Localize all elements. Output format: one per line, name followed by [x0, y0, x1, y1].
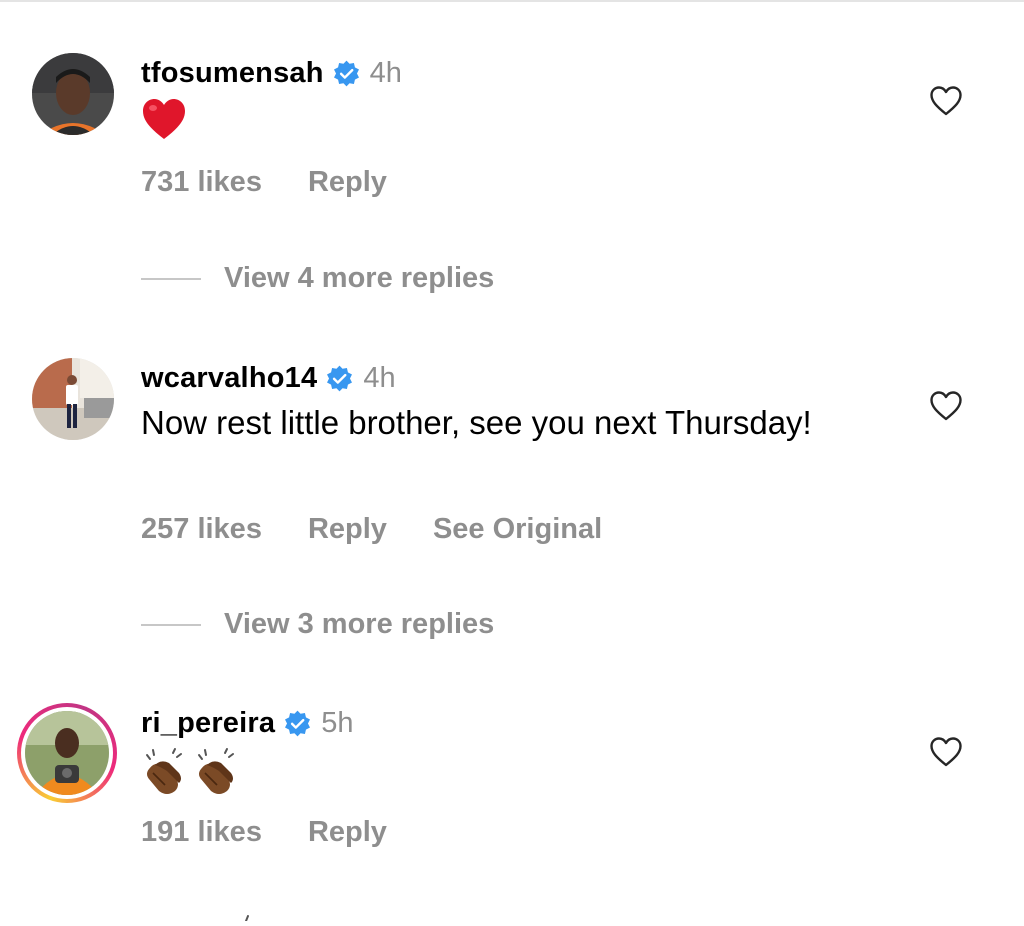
avatar[interactable] [25, 711, 109, 795]
view-replies-label: View 3 more replies [224, 608, 495, 640]
comment-body [141, 97, 187, 145]
comment-header: tfosumensah 4h [141, 55, 402, 91]
comment-actions: 257 likes Reply See Original [141, 513, 602, 546]
likes-count[interactable]: 191 likes [141, 816, 262, 849]
reply-button[interactable]: Reply [308, 166, 387, 199]
top-divider [0, 0, 1024, 2]
likes-count[interactable]: 257 likes [141, 513, 262, 546]
heart-outline-icon[interactable] [929, 390, 963, 422]
comment-actions: 731 likes Reply [141, 166, 387, 199]
comment-body [141, 747, 239, 795]
view-more-replies-button[interactable]: View 3 more replies [141, 608, 494, 641]
see-original-button[interactable]: See Original [433, 513, 602, 546]
story-ring[interactable] [17, 703, 117, 803]
heart-emoji [141, 97, 187, 145]
timestamp: 4h [369, 56, 402, 89]
likes-count[interactable]: 731 likes [141, 166, 262, 199]
partial-next-comment [236, 908, 258, 922]
view-replies-label: View 4 more replies [224, 262, 495, 294]
verified-badge-icon [284, 710, 311, 737]
timestamp: 5h [321, 706, 354, 739]
comment-header: wcarvalho14 4h [141, 360, 396, 396]
reply-button[interactable]: Reply [308, 513, 387, 546]
verified-badge-icon [326, 365, 353, 392]
clapping-hands-emoji [193, 747, 239, 795]
comment-header: ri_pereira 5h [141, 705, 353, 741]
comment-text: Now rest little brother, see you next Th… [141, 404, 812, 441]
heart-outline-icon[interactable] [929, 85, 963, 117]
heart-outline-icon[interactable] [929, 736, 963, 768]
view-more-replies-button[interactable]: View 4 more replies [141, 262, 494, 295]
replies-divider-line [141, 277, 201, 280]
reply-button[interactable]: Reply [308, 816, 387, 849]
username[interactable]: wcarvalho14 [141, 362, 317, 395]
comment-actions: 191 likes Reply [141, 816, 387, 849]
avatar[interactable] [32, 53, 114, 135]
timestamp: 4h [363, 361, 396, 394]
verified-badge-icon [333, 60, 360, 87]
avatar[interactable] [32, 358, 114, 440]
username[interactable]: ri_pereira [141, 707, 275, 740]
clapping-hands-emoji [141, 747, 187, 795]
username[interactable]: tfosumensah [141, 57, 324, 90]
replies-divider-line [141, 623, 201, 626]
